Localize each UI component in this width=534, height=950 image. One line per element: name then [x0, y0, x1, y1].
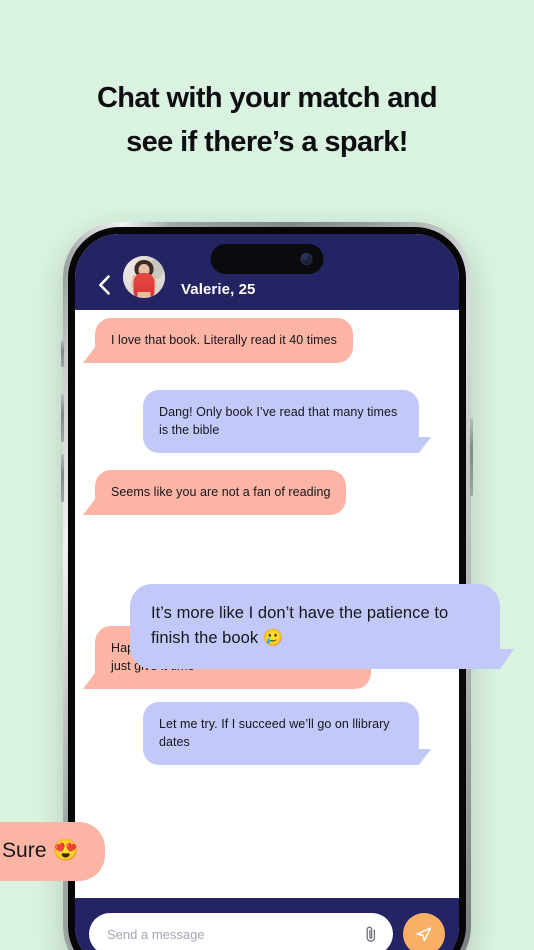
message-bubble-me[interactable]: Dang! Only book I’ve read that many time…: [143, 390, 431, 453]
page-title: Chat with your match and see if there’s …: [0, 76, 534, 164]
message-input-placeholder: Send a message: [107, 926, 205, 942]
message-bubble-them-sure[interactable]: Sure 😍: [0, 822, 105, 881]
avatar[interactable]: [123, 256, 165, 298]
message-bubble-me-highlight[interactable]: It’s more like I don’t have the patience…: [130, 584, 514, 669]
message-row-1: I love that book. Literally read it 40 t…: [83, 318, 387, 363]
message-bubble-me[interactable]: Let me try. If I succeed we’ll go on lli…: [143, 702, 431, 765]
message-row-3: Seems like you are not a fan of reading: [82, 470, 387, 515]
message-row-6: Let me try. If I succeed we’ll go on lli…: [131, 702, 431, 765]
volume-down-button[interactable]: [61, 454, 64, 502]
message-row-2: Dang! Only book I’ve read that many time…: [131, 390, 431, 453]
volume-up-button[interactable]: [61, 394, 64, 442]
chevron-left-icon[interactable]: [93, 272, 115, 298]
silent-switch-button[interactable]: [61, 340, 64, 367]
paper-plane-icon: [416, 927, 432, 942]
camera-lens-icon: [300, 253, 313, 265]
power-button[interactable]: [470, 418, 473, 496]
headline-line-2: see if there’s a spark!: [126, 126, 408, 158]
dynamic-island: [210, 244, 324, 274]
message-composer: Send a message: [75, 898, 459, 950]
peer-name: Valerie, 25: [181, 281, 256, 298]
paperclip-icon[interactable]: [363, 925, 379, 943]
send-button[interactable]: [403, 913, 445, 950]
message-bubble-them[interactable]: I love that book. Literally read it 40 t…: [83, 318, 353, 363]
message-input[interactable]: Send a message: [89, 913, 393, 950]
headline-line-1: Chat with your match and: [96, 82, 438, 114]
message-row-4: It’s more like I don’t have the patience…: [60, 584, 514, 669]
message-bubble-them[interactable]: Seems like you are not a fan of reading: [82, 470, 347, 515]
message-row-7: Sure 😍: [0, 822, 236, 881]
